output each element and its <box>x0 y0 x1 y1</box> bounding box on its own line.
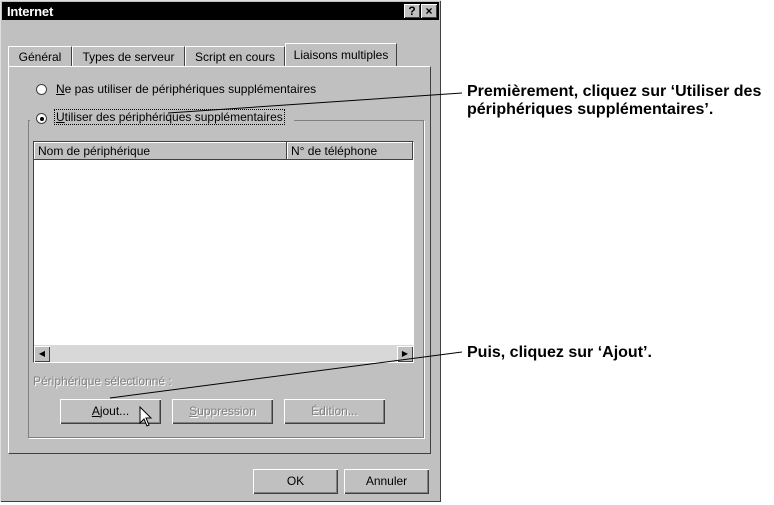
callout-line-first <box>167 92 463 114</box>
callout-lines <box>109 92 463 399</box>
callout-line-second <box>109 351 463 399</box>
annotation-second: Puis, cliquez sur ‘Ajout’. <box>467 344 652 361</box>
annotation-first: Premièrement, cliquez sur ‘Utiliser des … <box>467 83 762 118</box>
tab-multilink[interactable]: Liaisons multiples <box>285 43 397 66</box>
